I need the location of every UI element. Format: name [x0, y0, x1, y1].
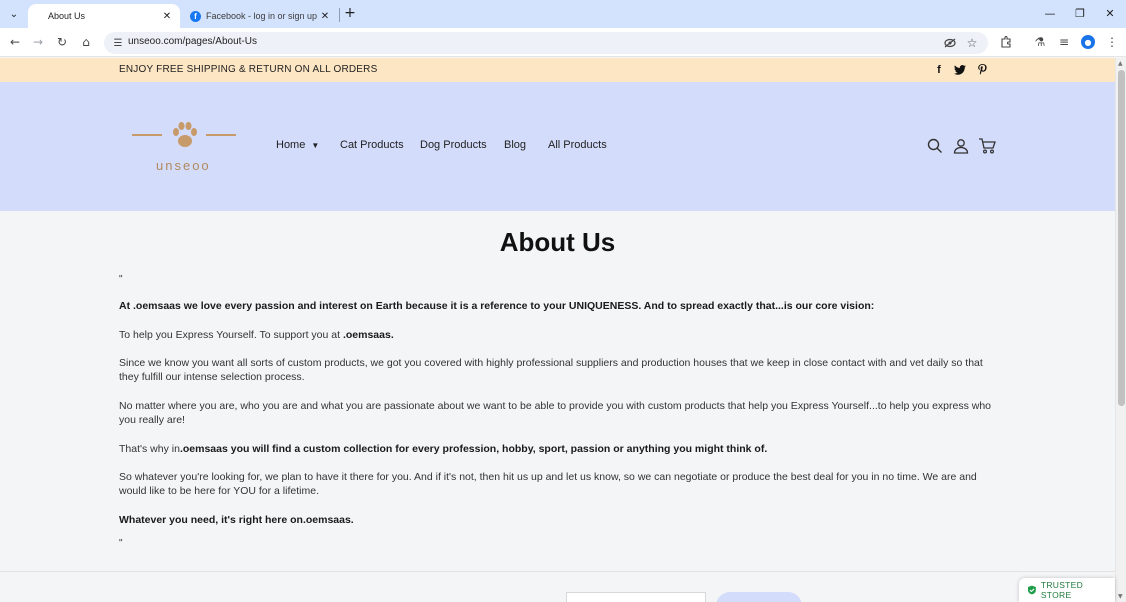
nav-dog-products[interactable]: Dog Products	[420, 139, 487, 151]
scrollbar-thumb[interactable]	[1118, 70, 1125, 406]
open-quote: "	[119, 274, 123, 285]
address-bar[interactable]: ☰ unseoo.com/pages/About-Us ☆	[104, 32, 988, 54]
paw-logo-icon	[173, 122, 197, 147]
site-logo[interactable]: unseoo	[130, 118, 240, 178]
newsletter-subscribe-button[interactable]	[716, 592, 802, 602]
tab-about-us[interactable]: About Us ✕	[28, 4, 180, 28]
nav-cat-products[interactable]: Cat Products	[340, 139, 404, 151]
site-header: unseoo Home ▼ Cat Products Dog Products …	[0, 82, 1115, 211]
cart-icon[interactable]	[977, 136, 997, 156]
home-icon[interactable]: ⌂	[77, 33, 95, 51]
tab-search-button[interactable]: ⌄	[4, 4, 24, 24]
newsletter-email-input[interactable]	[566, 592, 706, 602]
account-icon[interactable]	[951, 136, 971, 156]
eye-off-icon[interactable]	[942, 35, 958, 51]
minimize-button[interactable]: —	[1039, 4, 1061, 22]
logo-text: unseoo	[156, 158, 211, 173]
nav-all-products[interactable]: All Products	[548, 139, 607, 151]
closing-text: Whatever you need, it's right here on.oe…	[119, 514, 354, 526]
facebook-favicon-icon: f	[190, 10, 201, 22]
new-tab-button[interactable]: +	[342, 5, 358, 21]
search-icon[interactable]	[925, 136, 945, 156]
paragraph-collection: That's why in.oemsaas you will find a cu…	[119, 442, 999, 456]
reload-icon[interactable]: ↻	[53, 33, 71, 51]
restore-button[interactable]: ❐	[1069, 4, 1091, 22]
twitter-icon[interactable]	[953, 63, 967, 77]
paragraph-vision: At .oemsaas we love every passion and in…	[119, 299, 999, 313]
forward-icon[interactable]: →	[29, 33, 47, 51]
tab-facebook[interactable]: f Facebook - log in or sign up ✕	[182, 4, 338, 28]
page-title: About Us	[499, 227, 616, 257]
close-tab-icon[interactable]: ✕	[318, 9, 332, 23]
nav-label: All Products	[548, 139, 607, 151]
nav-home[interactable]: Home ▼	[276, 139, 319, 151]
url-text[interactable]: unseoo.com/pages/About-Us	[128, 36, 257, 47]
bookmark-star-icon[interactable]: ☆	[964, 35, 980, 51]
chevron-down-icon: ▼	[311, 140, 320, 150]
close-tab-icon[interactable]: ✕	[160, 9, 174, 23]
site-info-icon[interactable]: ☰	[110, 35, 126, 51]
trusted-store-text: TRUSTED STORE	[1040, 580, 1084, 600]
close-quote: "	[119, 538, 123, 549]
nav-blog[interactable]: Blog	[504, 139, 526, 151]
shield-check-icon	[1027, 585, 1036, 595]
collection-text: .oemsaas you will find a custom collecti…	[179, 443, 768, 455]
paragraph-closing: Whatever you need, it's right here on.oe…	[119, 513, 999, 527]
page-scrollbar[interactable]: ▲ ▼	[1115, 58, 1126, 602]
pinterest-icon[interactable]	[975, 63, 989, 77]
logo-line-right	[206, 134, 236, 136]
nav-label: Dog Products	[420, 139, 487, 151]
extensions-icon[interactable]	[997, 33, 1015, 51]
paragraph-express: No matter where you are, who you are and…	[119, 400, 992, 426]
tab-title: Facebook - log in or sign up	[206, 11, 318, 21]
facebook-icon[interactable]: f	[932, 63, 946, 77]
support-text: To help you Express Yourself. To support…	[119, 329, 343, 341]
paragraph-suppliers: Since we know you want all sorts of cust…	[119, 357, 983, 383]
browser-menu-icon[interactable]: ⋮	[1103, 33, 1121, 51]
close-window-button[interactable]: ✕	[1099, 4, 1121, 22]
logo-line-left	[132, 134, 162, 136]
collection-prefix: That's why in	[119, 443, 180, 455]
nav-label: Home	[276, 139, 306, 151]
nav-label: Blog	[504, 139, 527, 151]
scroll-up-icon[interactable]: ▲	[1118, 60, 1123, 67]
announcement-bar: ENJOY FREE SHIPPING & RETURN ON ALL ORDE…	[0, 58, 1115, 82]
announcement-text: ENJOY FREE SHIPPING & RETURN ON ALL ORDE…	[119, 64, 378, 75]
tab-title: About Us	[48, 11, 86, 21]
trusted-store-badge[interactable]: TRUSTED STORE	[1019, 578, 1115, 602]
nav-label: Cat Products	[340, 139, 404, 151]
footer-divider	[0, 571, 1115, 572]
paragraph-support: To help you Express Yourself. To support…	[119, 328, 999, 342]
paragraph-lifetime: So whatever you're looking for, we plan …	[119, 471, 977, 497]
scroll-down-icon[interactable]: ▼	[1118, 593, 1123, 600]
profile-avatar-icon[interactable]: ●	[1079, 33, 1097, 51]
media-queue-icon[interactable]: ≡	[1055, 33, 1073, 51]
back-icon[interactable]: ←	[6, 33, 24, 51]
tab-strip: ⌄ About Us ✕ f Facebook - log in or sign…	[0, 0, 1126, 28]
brand-name: .oemsaas.	[342, 329, 394, 341]
vision-text: At .oemsaas we love every passion and in…	[119, 300, 875, 312]
browser-toolbar: ← → ↻ ⌂ ☰ unseoo.com/pages/About-Us ☆ ⚗ …	[0, 28, 1126, 57]
web-page: ENJOY FREE SHIPPING & RETURN ON ALL ORDE…	[0, 58, 1115, 602]
tab-separator	[339, 8, 340, 22]
labs-flask-icon[interactable]: ⚗	[1031, 33, 1049, 51]
about-content: About Us " At .oemsaas we love every pas…	[0, 211, 1115, 602]
